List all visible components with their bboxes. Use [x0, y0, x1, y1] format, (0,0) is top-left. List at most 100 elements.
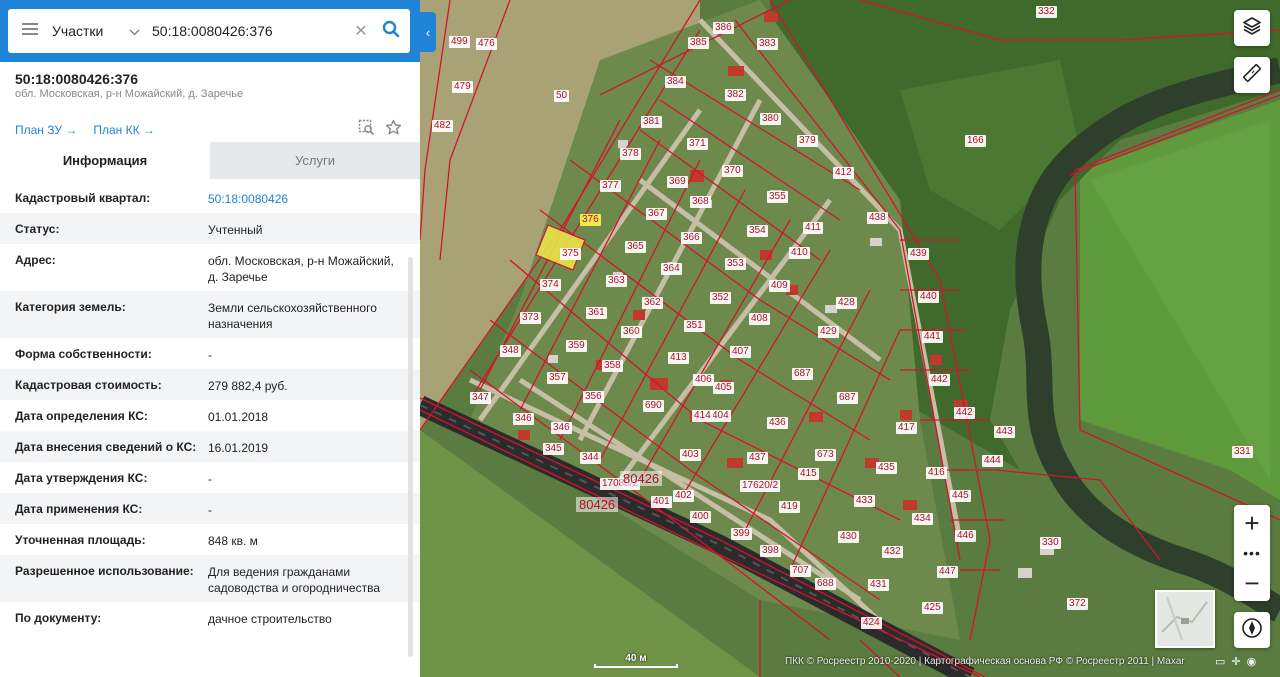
plot-label[interactable]: 417 — [896, 422, 917, 434]
plot-label[interactable]: 424 — [861, 617, 882, 629]
scrollbar[interactable] — [408, 257, 413, 657]
plot-label[interactable]: 399 — [731, 528, 752, 540]
plot-label[interactable]: 409 — [769, 280, 790, 292]
plot-label[interactable]: 416 — [926, 467, 947, 479]
plot-label[interactable]: 365 — [625, 241, 646, 253]
plot-label[interactable]: 444 — [982, 455, 1003, 467]
plot-label[interactable]: 348 — [500, 345, 521, 357]
plot-label[interactable]: 50 — [554, 90, 570, 102]
plot-label[interactable]: 375 — [560, 248, 581, 260]
plot-label[interactable]: 360 — [621, 326, 642, 338]
more-icon[interactable]: ••• — [1234, 541, 1270, 565]
plot-label[interactable]: 359 — [566, 340, 587, 352]
plot-label[interactable]: 364 — [661, 263, 682, 275]
plot-label[interactable]: 383 — [757, 38, 778, 50]
plot-label[interactable]: 482 — [432, 120, 453, 132]
star-icon[interactable] — [385, 119, 402, 141]
plot-label[interactable]: 414 — [692, 410, 713, 422]
plot-label[interactable]: 419 — [779, 501, 800, 513]
plot-label[interactable]: 433 — [854, 495, 875, 507]
plot-label[interactable]: 403 — [680, 449, 701, 461]
plot-label[interactable]: 405 — [713, 382, 734, 394]
minimap[interactable] — [1155, 590, 1215, 648]
plot-label[interactable]: 381 — [641, 116, 662, 128]
plot-label[interactable]: 411 — [803, 222, 823, 234]
quarter-label[interactable]: 80426 — [576, 497, 619, 512]
plot-label[interactable]: 402 — [673, 490, 694, 502]
plot-label[interactable]: 690 — [643, 400, 664, 412]
search-input[interactable] — [152, 23, 350, 39]
plot-label[interactable]: 344 — [580, 452, 601, 464]
tab-information[interactable]: Информация — [0, 142, 210, 179]
plot-label[interactable]: 479 — [452, 81, 473, 93]
plot-label[interactable]: 435 — [876, 462, 897, 474]
plot-label[interactable]: 369 — [667, 176, 688, 188]
plot-label[interactable]: 384 — [665, 76, 686, 88]
plot-label[interactable]: 439 — [908, 248, 929, 260]
plot-label[interactable]: 400 — [690, 511, 711, 523]
plot-label[interactable]: 430 — [838, 531, 859, 543]
plot-label[interactable]: 355 — [767, 191, 788, 203]
plot-label[interactable]: 354 — [747, 225, 768, 237]
location-icon[interactable]: ◉ — [1247, 655, 1257, 668]
plot-label[interactable]: 410 — [789, 247, 810, 259]
plot-label[interactable]: 428 — [836, 297, 857, 309]
plot-label[interactable]: 356 — [583, 391, 604, 403]
plot-label[interactable]: 431 — [868, 579, 889, 591]
plot-label[interactable]: 445 — [950, 490, 971, 502]
clear-icon[interactable]: ✕ — [350, 21, 372, 41]
plot-label[interactable]: 446 — [955, 530, 976, 542]
plot-label[interactable]: 352 — [710, 292, 731, 304]
plot-label[interactable]: 436 — [767, 417, 788, 429]
plan-kk-link[interactable]: План КК → — [93, 123, 155, 137]
plot-label[interactable]: 357 — [547, 372, 568, 384]
plot-label[interactable]: 332 — [1036, 6, 1057, 18]
plot-label[interactable]: 413 — [668, 352, 689, 364]
search-button[interactable] — [372, 20, 410, 43]
plot-label[interactable]: 407 — [730, 346, 751, 358]
plot-label[interactable]: 367 — [646, 208, 667, 220]
plot-label[interactable]: 442 — [929, 374, 950, 386]
plot-label[interactable]: 377 — [600, 180, 621, 192]
quarter-label[interactable]: 80426 — [620, 471, 663, 486]
plot-label[interactable]: 330 — [1040, 537, 1061, 549]
plot-label[interactable]: 362 — [642, 297, 663, 309]
plot-label[interactable]: 346 — [513, 413, 534, 425]
plot-label[interactable]: 331 — [1232, 446, 1253, 458]
plot-label[interactable]: 166 — [965, 135, 986, 147]
compass-button[interactable] — [1234, 612, 1270, 648]
plot-label[interactable]: 380 — [760, 113, 781, 125]
plot-label[interactable]: 412 — [833, 167, 854, 179]
plot-label[interactable]: 707 — [790, 565, 811, 577]
plot-label[interactable]: 429 — [818, 326, 839, 338]
crosshair-icon[interactable]: ✛ — [1231, 655, 1240, 668]
plot-label[interactable]: 440 — [918, 291, 939, 303]
menu-button[interactable] — [8, 22, 52, 40]
collapse-panel-button[interactable]: ‹ — [420, 12, 436, 52]
map-icon[interactable]: ▭ — [1215, 655, 1225, 668]
plot-label[interactable]: 687 — [792, 368, 813, 380]
search-category-select[interactable]: Участки — [52, 23, 152, 39]
plot-label[interactable]: 374 — [540, 279, 561, 291]
plot-label[interactable]: 358 — [602, 360, 623, 372]
ruler-button[interactable] — [1234, 57, 1270, 93]
plot-label[interactable]: 371 — [687, 138, 708, 150]
plot-label[interactable]: 353 — [725, 258, 746, 270]
plot-label[interactable]: 432 — [882, 546, 903, 558]
plot-label[interactable]: 441 — [922, 331, 943, 343]
plot-label[interactable]: 437 — [747, 452, 768, 464]
tab-services[interactable]: Услуги — [210, 142, 420, 179]
cadastral-quarter-link[interactable]: 50:18:0080426 — [208, 182, 406, 213]
plot-label[interactable]: 398 — [760, 545, 781, 557]
plot-label[interactable]: 673 — [815, 449, 836, 461]
plot-label[interactable]: 379 — [797, 135, 818, 147]
plot-label[interactable]: 447 — [937, 566, 958, 578]
plot-label[interactable]: 368 — [690, 196, 711, 208]
plan-zu-link[interactable]: План ЗУ → — [15, 123, 77, 137]
zoom-to-object-icon[interactable] — [358, 119, 375, 141]
plot-label[interactable]: 346 — [551, 422, 572, 434]
plot-label[interactable]: 17620/2 — [740, 480, 781, 492]
plot-label[interactable]: 425 — [922, 602, 943, 614]
plot-label[interactable]: 366 — [681, 232, 702, 244]
plot-label[interactable]: 434 — [912, 513, 933, 525]
